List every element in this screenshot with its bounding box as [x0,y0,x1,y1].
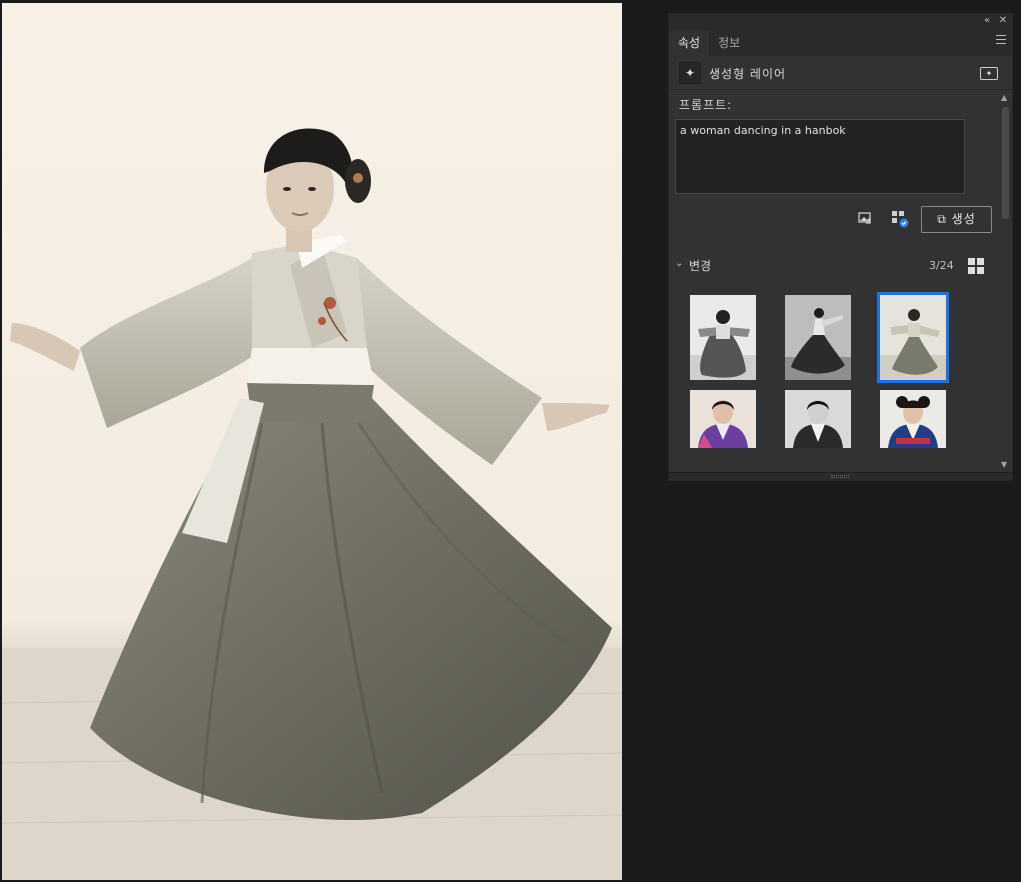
variation-thumbnail-4[interactable] [690,390,756,448]
variation-thumbnail-1[interactable] [690,295,756,380]
generate-button[interactable]: ⧉ 생성 [921,206,992,233]
prompt-label: 프롬프트: [679,98,733,112]
double-chevron-left-icon[interactable]: « [980,14,994,28]
qr-check-icon[interactable] [891,210,909,228]
grip-icon [831,475,849,478]
grid-view-icon[interactable] [968,258,984,274]
generative-layer-icon: ✦ [679,62,701,84]
properties-panel: « ✕ 속성 정보 ✦ 생성형 레이어 ✦ 프롬프트: a woman danc… [668,13,1013,481]
variations-header: ⌄ 변경 3/24 [675,256,993,276]
prompt-input[interactable]: a woman dancing in a hanbok [675,119,965,194]
variation-thumbnail-5[interactable] [785,390,851,448]
panel-topbar: « ✕ [669,14,1012,28]
close-icon[interactable]: ✕ [996,14,1010,28]
variation-thumbnail-3[interactable] [877,292,949,383]
variations-count: 3/24 [929,259,954,272]
variations-label: 변경 [689,259,712,273]
scroll-thumb[interactable] [1002,107,1009,219]
variation-thumbnail-6[interactable] [880,390,946,448]
document-canvas[interactable] [0,0,623,882]
dancer-illustration [2,128,622,880]
layer-header: ✦ 생성형 레이어 ✦ [669,56,1012,90]
reference-image-icon[interactable] [856,210,874,228]
panel-resize-bar[interactable] [669,472,1012,480]
panel-tabs: 속성 정보 [669,28,1012,56]
tab-properties[interactable]: 속성 [669,30,710,56]
scroll-up-icon[interactable]: ▲ [1001,93,1007,102]
layer-title: 생성형 레이어 [709,67,787,81]
generated-image [2,3,622,880]
hamburger-icon[interactable] [996,35,1006,44]
scroll-down-icon[interactable]: ▼ [1001,460,1007,469]
panel-scrollbar[interactable]: ▲ ▼ [998,91,1012,471]
generative-fill-icon[interactable]: ✦ [980,67,998,80]
panel-content: 프롬프트: a woman dancing in a hanbok ⧉ 생성 ⌄… [669,90,999,472]
variation-thumbnail-2[interactable] [785,295,851,380]
tab-info[interactable]: 정보 [709,30,749,56]
chevron-down-icon[interactable]: ⌄ [675,258,683,269]
generate-label: 생성 [951,212,976,226]
generate-icon: ⧉ [937,212,947,226]
